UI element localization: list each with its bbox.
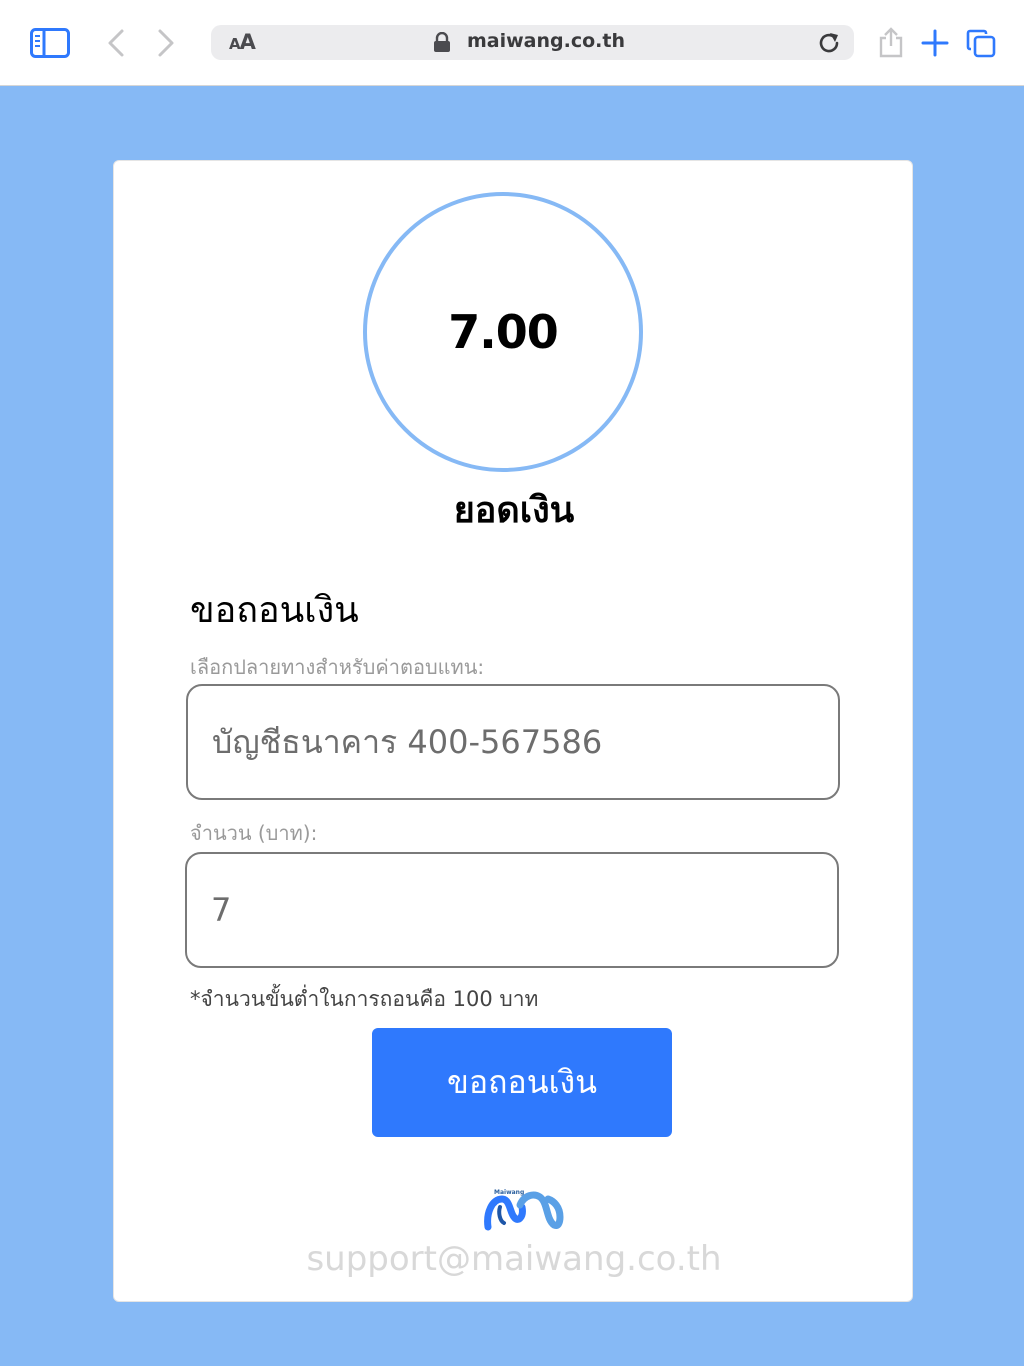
withdraw-button-label: ขอถอนเงิน [447, 1063, 597, 1101]
amount-value: 7 [211, 891, 232, 929]
amount-input[interactable]: 7 [185, 852, 839, 968]
address-bar[interactable]: AA maiwang.co.th [211, 25, 854, 60]
forward-icon[interactable] [154, 28, 178, 58]
url-text: maiwang.co.th [467, 30, 625, 52]
back-icon[interactable] [104, 28, 128, 58]
balance-ring: 7.00 [363, 192, 643, 472]
minimum-note: *จำนวนขั้นต่ำในการถอนคือ 100 บาท [190, 987, 539, 1011]
destination-value: บัญชีธนาคาร 400-567586 [212, 722, 603, 761]
text-size-button[interactable]: AA [229, 30, 256, 54]
logo-text: Maiwang [494, 1189, 524, 1196]
maiwang-logo: Maiwang [484, 1189, 564, 1231]
plus-icon[interactable] [920, 28, 950, 58]
destination-select[interactable]: บัญชีธนาคาร 400-567586 [186, 684, 840, 800]
balance-value: 7.00 [448, 305, 558, 359]
reload-icon[interactable] [817, 31, 841, 55]
sidebar-icon[interactable] [30, 28, 70, 58]
tabs-icon[interactable] [966, 28, 996, 58]
balance-label: ยอดเงิน [453, 490, 575, 531]
amount-label: จำนวน (บาท): [190, 821, 318, 845]
browser-toolbar: AA maiwang.co.th [0, 0, 1024, 86]
form-title: ขอถอนเงิน [190, 590, 359, 631]
destination-label: เลือกปลายทางสำหรับค่าตอบแทน: [190, 655, 485, 679]
share-icon[interactable] [876, 26, 906, 58]
support-email[interactable]: support@maiwang.co.th [114, 1239, 914, 1279]
withdraw-card: 7.00 ยอดเงิน ขอถอนเงิน เลือกปลายทางสำหรั… [113, 160, 913, 1302]
lock-icon [434, 32, 450, 52]
withdraw-button[interactable]: ขอถอนเงิน [372, 1028, 672, 1137]
